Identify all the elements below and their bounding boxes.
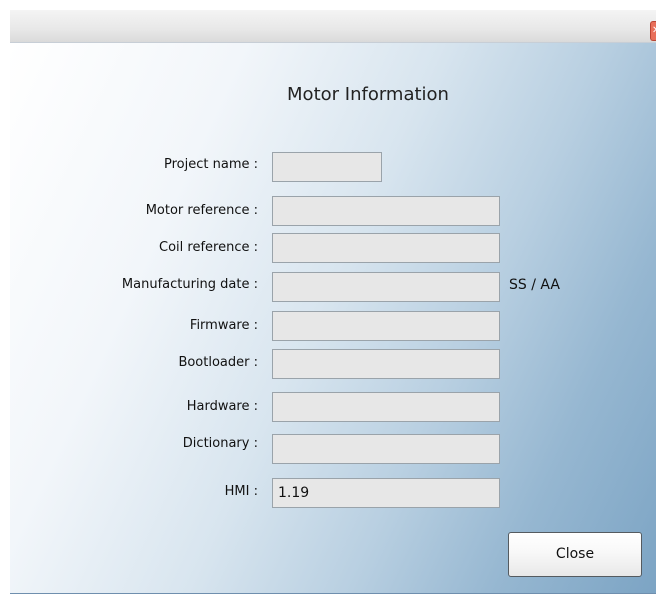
hardware-field[interactable] xyxy=(272,392,500,422)
manufacturing-date-field[interactable] xyxy=(272,272,500,302)
manufacturing-date-label: Manufacturing date : xyxy=(121,277,258,292)
dialog-title: Motor Information xyxy=(287,84,449,105)
manufacturing-date-format-label: SS / AA xyxy=(509,277,560,293)
hardware-label: Hardware : xyxy=(186,399,258,414)
coil-reference-label: Coil reference : xyxy=(159,240,258,255)
project-name-field[interactable] xyxy=(272,152,382,182)
bootloader-field[interactable] xyxy=(272,349,500,379)
firmware-label: Firmware : xyxy=(189,318,258,333)
dictionary-field[interactable] xyxy=(272,434,500,464)
firmware-field[interactable] xyxy=(272,311,500,341)
motor-reference-field[interactable] xyxy=(272,196,500,226)
coil-reference-field[interactable] xyxy=(272,233,500,263)
bootloader-label: Bootloader : xyxy=(178,355,258,370)
motor-reference-label: Motor reference : xyxy=(145,203,258,218)
window-close-icon[interactable]: ✕ xyxy=(650,21,656,41)
title-bar: ✕ xyxy=(10,10,656,43)
hmi-label: HMI : xyxy=(224,484,258,499)
motor-information-window: ✕ Motor Information Project name : Motor… xyxy=(0,0,656,594)
dictionary-label: Dictionary : xyxy=(182,436,258,451)
motor-information-dialog: Motor Information Project name : Motor r… xyxy=(10,43,656,594)
close-button[interactable]: Close xyxy=(508,532,642,577)
project-name-label: Project name : xyxy=(164,157,258,172)
hmi-field[interactable]: 1.19 xyxy=(272,478,500,508)
